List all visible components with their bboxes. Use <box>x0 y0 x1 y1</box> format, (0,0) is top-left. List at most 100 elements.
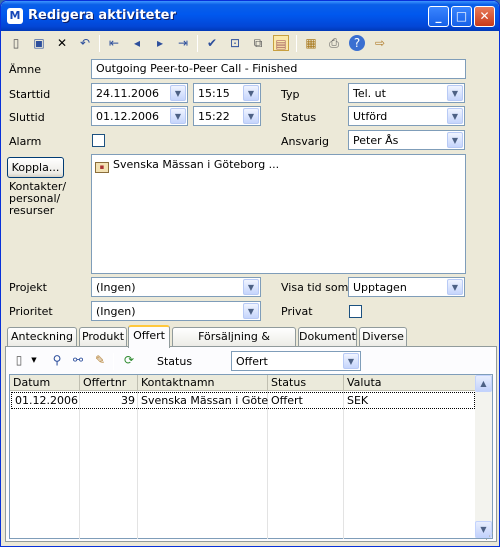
contacts-list[interactable]: ▪ Svenska Mässan i Göteborg ... <box>91 154 466 274</box>
app-icon: M <box>7 8 23 24</box>
notes-icon[interactable]: ▤ <box>273 35 289 51</box>
contact-item[interactable]: ▪ Svenska Mässan i Göteborg ... <box>95 158 279 173</box>
edit-activity-window: M Redigera aktiviteter _ □ ✕ ▯ ▣ ✕ ↶ ⇤ ◂… <box>0 0 500 547</box>
priority-select[interactable]: (Ingen) ▼ <box>91 301 261 321</box>
column-header-contact-name[interactable]: Kontaktnamn <box>138 375 268 391</box>
offer-search-icon[interactable]: ⚲ <box>49 352 65 368</box>
tab-diverse[interactable]: Diverse <box>359 327 407 347</box>
check-icon[interactable]: ✔ <box>204 35 220 51</box>
priority-value: (Ingen) <box>96 305 136 318</box>
resize-grip-icon[interactable]: ⋰ <box>485 532 497 544</box>
close-window-button[interactable]: ✕ <box>474 6 495 27</box>
project-select[interactable]: (Ingen) ▼ <box>91 277 261 297</box>
chevron-down-icon[interactable]: ▼ <box>243 108 259 124</box>
save-icon[interactable]: ▣ <box>31 35 47 51</box>
subject-label: Ämne <box>9 63 41 76</box>
column-header-status[interactable]: Status <box>268 375 344 391</box>
link-contacts-button[interactable]: Koppla... <box>7 157 64 178</box>
contact-card-icon: ▪ <box>95 162 109 173</box>
toolbar: ▯ ▣ ✕ ↶ ⇤ ◂ ▸ ⇥ ✔ ⊡ ⧉ ▤ ▦ ⎙ ? ⇨ <box>4 32 496 54</box>
show-time-as-label: Visa tid som <box>281 281 349 294</box>
maximize-button[interactable]: □ <box>451 6 472 27</box>
end-label: Sluttid <box>9 111 45 124</box>
column-header-date[interactable]: Datum <box>10 375 80 391</box>
next-record-icon[interactable]: ▸ <box>152 35 168 51</box>
print-icon[interactable]: ⎙ <box>326 35 342 51</box>
contact-name: Svenska Mässan i Göteborg ... <box>113 158 280 171</box>
tab-anteckning[interactable]: Anteckning <box>7 327 77 347</box>
end-time-picker[interactable]: 15:22 ▼ <box>193 106 261 126</box>
end-date-value: 01.12.2006 <box>96 110 159 123</box>
chevron-down-icon[interactable]: ▼ <box>243 303 259 319</box>
chevron-down-icon[interactable]: ▼ <box>343 353 359 369</box>
type-label: Typ <box>281 88 300 101</box>
column-header-offer-number[interactable]: Offertnr <box>80 375 138 391</box>
chevron-down-icon[interactable]: ▼ <box>447 279 463 295</box>
last-record-icon[interactable]: ⇥ <box>175 35 191 51</box>
chevron-down-icon[interactable]: ▼ <box>170 85 186 101</box>
window-title: Redigera aktiviteter <box>28 8 176 23</box>
refresh-icon[interactable]: ⟳ <box>121 352 137 368</box>
tab-forsaljning-fakturering[interactable]: Försäljning & fakturering <box>172 327 296 361</box>
show-time-as-select[interactable]: Upptagen ▼ <box>348 277 465 297</box>
offer-tab-panel: ▯ ▼ ⚲ ⚯ ✎ ⟳ Status Offert ▼ Datum Offert… <box>5 346 497 542</box>
previous-record-icon[interactable]: ◂ <box>129 35 145 51</box>
first-record-icon[interactable]: ⇤ <box>106 35 122 51</box>
end-date-picker[interactable]: 01.12.2006 ▼ <box>91 106 188 126</box>
responsible-select[interactable]: Peter Ås ▼ <box>348 130 465 150</box>
title-bar[interactable]: M Redigera aktiviteter _ □ ✕ <box>1 1 499 31</box>
column-header-currency[interactable]: Valuta <box>344 375 477 391</box>
type-select[interactable]: Tel. ut ▼ <box>348 83 465 103</box>
show-time-as-value: Upptagen <box>353 281 407 294</box>
project-value: (Ingen) <box>96 281 136 294</box>
cell-contact-name: Svenska Mässan i Götebo <box>141 394 268 407</box>
table-row[interactable]: 01.12.2006 39 Svenska Mässan i Götebo Of… <box>11 392 475 409</box>
edit-offer-icon[interactable]: ✎ <box>92 352 108 368</box>
new-offer-icon[interactable]: ▯ <box>11 352 27 368</box>
undo-icon[interactable]: ↶ <box>77 35 93 51</box>
start-label: Starttid <box>9 88 51 101</box>
tab-dokument[interactable]: Dokument <box>298 327 357 347</box>
preview-icon[interactable]: ⊡ <box>227 35 243 51</box>
status-label: Status <box>281 111 317 124</box>
scroll-up-icon[interactable]: ▲ <box>475 375 492 392</box>
offer-status-select[interactable]: Offert ▼ <box>231 351 361 371</box>
status-select[interactable]: Utförd ▼ <box>348 106 465 126</box>
chevron-down-icon[interactable]: ▼ <box>243 279 259 295</box>
tab-bar: Anteckning Produkt Offert Försäljning & … <box>5 325 497 361</box>
responsible-value: Peter Ås <box>353 134 399 147</box>
alarm-label: Alarm <box>9 135 42 148</box>
alarm-checkbox[interactable] <box>92 134 105 147</box>
end-time-value: 15:22 <box>198 110 230 123</box>
vertical-scrollbar[interactable]: ▲ ▼ <box>475 375 492 538</box>
start-date-value: 24.11.2006 <box>96 87 159 100</box>
offer-table: Datum Offertnr Kontaktnamn Status Valuta… <box>9 374 493 539</box>
help-icon[interactable]: ? <box>349 35 365 51</box>
chevron-down-icon[interactable]: ▼ <box>170 108 186 124</box>
start-date-picker[interactable]: 24.11.2006 ▼ <box>91 83 188 103</box>
chevron-down-icon[interactable]: ▼ <box>447 132 463 148</box>
dropdown-arrow-icon[interactable]: ▼ <box>26 352 42 368</box>
delete-icon[interactable]: ✕ <box>54 35 70 51</box>
tab-offert[interactable]: Offert <box>128 325 170 348</box>
type-value: Tel. ut <box>353 87 386 100</box>
cell-currency: SEK <box>347 394 369 407</box>
properties-icon[interactable]: ▦ <box>303 35 319 51</box>
minimize-button[interactable]: _ <box>428 6 449 27</box>
priority-label: Prioritet <box>9 305 53 318</box>
chevron-down-icon[interactable]: ▼ <box>447 85 463 101</box>
private-checkbox[interactable] <box>349 305 362 318</box>
exit-icon[interactable]: ⇨ <box>372 35 388 51</box>
chevron-down-icon[interactable]: ▼ <box>243 85 259 101</box>
link-icon[interactable]: ⚯ <box>70 352 86 368</box>
cell-status: Offert <box>271 394 303 407</box>
tab-produkt[interactable]: Produkt <box>79 327 127 347</box>
cell-offer-number: 39 <box>121 394 135 407</box>
copy-icon[interactable]: ⧉ <box>250 35 266 51</box>
start-time-picker[interactable]: 15:15 ▼ <box>193 83 261 103</box>
subject-input[interactable]: Outgoing Peer-to-Peer Call - Finished <box>91 59 466 79</box>
chevron-down-icon[interactable]: ▼ <box>447 108 463 124</box>
project-label: Projekt <box>9 281 47 294</box>
offer-status-value: Offert <box>236 355 268 368</box>
new-icon[interactable]: ▯ <box>8 35 24 51</box>
